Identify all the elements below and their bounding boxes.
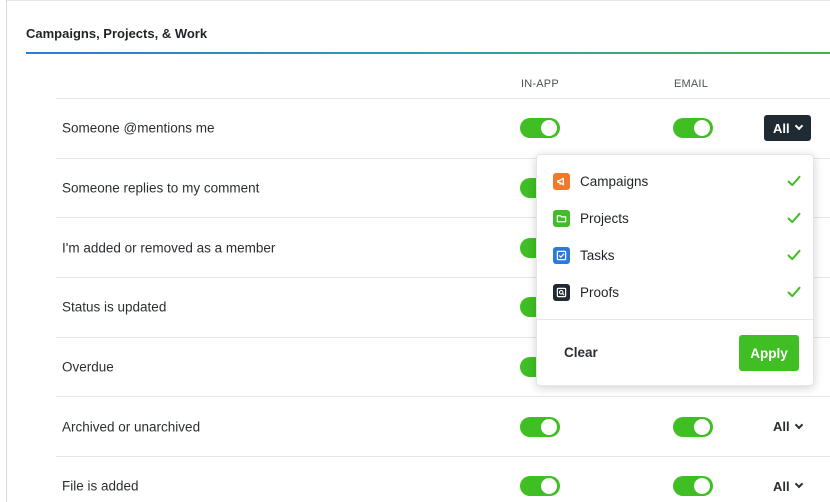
section-title: Campaigns, Projects, & Work xyxy=(26,26,208,41)
notification-row-mentions: Someone @mentions me All xyxy=(56,98,830,158)
chevron-down-icon xyxy=(794,122,803,131)
apply-button[interactable]: Apply xyxy=(739,335,799,371)
chevron-down-icon xyxy=(794,420,803,430)
folder-icon xyxy=(553,209,570,227)
dropdown-item-label: Projects xyxy=(580,210,629,226)
column-header-email: EMAIL xyxy=(674,78,709,90)
task-icon xyxy=(553,246,570,264)
toggle-knob xyxy=(541,478,557,495)
column-header-in-app: IN-APP xyxy=(521,78,559,90)
dropdown-item-label: Proofs xyxy=(580,284,620,300)
filter-select-value: All xyxy=(773,478,790,494)
dropdown-item-tasks[interactable]: Tasks xyxy=(553,243,801,267)
panel-top-border xyxy=(6,0,830,1)
dropdown-item-projects[interactable]: Projects xyxy=(553,206,801,230)
filter-select[interactable]: All xyxy=(764,115,811,142)
row-label: Someone replies to my comment xyxy=(62,180,260,196)
in-app-toggle[interactable] xyxy=(520,416,560,437)
dropdown-item-label: Tasks xyxy=(580,247,615,263)
dropdown-item-campaigns[interactable]: Campaigns xyxy=(553,169,801,193)
proof-icon xyxy=(553,283,570,301)
checkmark-icon xyxy=(787,175,801,187)
filter-select[interactable]: All xyxy=(764,473,811,499)
in-app-toggle[interactable] xyxy=(520,476,560,497)
row-label: Archived or unarchived xyxy=(62,419,201,435)
toggle-knob xyxy=(694,120,710,137)
toggle-knob xyxy=(541,120,557,137)
dropdown-item-proofs[interactable]: Proofs xyxy=(553,280,801,304)
notification-row-file-added: File is added All xyxy=(56,456,830,502)
row-label: Overdue xyxy=(62,359,114,375)
filter-dropdown: Campaigns Projects Tasks Proofs Clear Ap… xyxy=(536,154,814,386)
email-toggle[interactable] xyxy=(673,476,713,497)
dropdown-item-label: Campaigns xyxy=(580,173,649,189)
section-underline xyxy=(26,52,830,54)
in-app-toggle[interactable] xyxy=(520,118,560,139)
checkmark-icon xyxy=(787,249,801,261)
chevron-down-icon xyxy=(794,480,803,489)
notification-row-archived: Archived or unarchived All xyxy=(56,396,830,456)
email-toggle[interactable] xyxy=(673,118,713,139)
megaphone-icon xyxy=(553,172,570,190)
checkmark-icon xyxy=(787,212,801,224)
toggle-knob xyxy=(694,418,710,435)
checkmark-icon xyxy=(787,286,801,298)
toggle-knob xyxy=(541,418,557,435)
clear-button[interactable]: Clear xyxy=(564,345,598,360)
row-label: I'm added or removed as a member xyxy=(62,240,276,256)
filter-select[interactable]: All xyxy=(764,414,811,440)
dropdown-divider xyxy=(537,319,813,320)
email-toggle[interactable] xyxy=(673,416,713,437)
filter-select-value: All xyxy=(773,419,790,435)
filter-select-value: All xyxy=(773,120,790,136)
row-label: Status is updated xyxy=(62,299,167,315)
toggle-knob xyxy=(694,478,710,495)
row-label: File is added xyxy=(62,478,139,494)
row-label: Someone @mentions me xyxy=(62,120,215,136)
panel-left-border xyxy=(6,0,7,502)
